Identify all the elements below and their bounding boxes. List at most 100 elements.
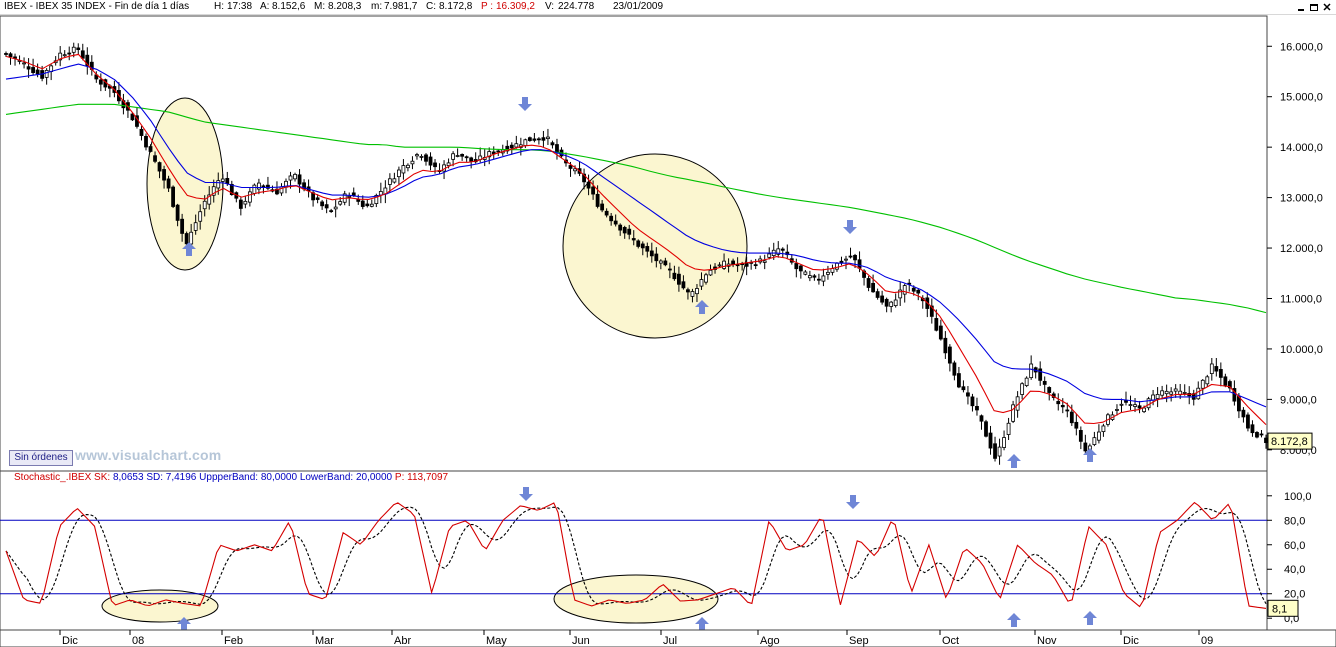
candle-body [166, 178, 171, 189]
price-tick-label: 12.000,0 [1280, 243, 1323, 255]
candle-body [1259, 433, 1264, 436]
sk-label: SK: [94, 472, 111, 483]
candle-body [1047, 387, 1052, 393]
candle-body [162, 169, 166, 181]
last-price-label: 8.172,8 [1271, 436, 1308, 448]
candle-body [406, 164, 410, 169]
candle-body [654, 253, 659, 262]
last-stoch-label: 8,1 [1272, 603, 1287, 615]
candle-body [356, 199, 361, 202]
candle-body [410, 160, 415, 165]
candle-body [871, 282, 875, 293]
candle-body [329, 210, 334, 213]
candle-body [663, 260, 668, 266]
time-tick-label: Mar [315, 635, 334, 647]
sd-value: 7,4196 [165, 472, 197, 483]
candle-body [401, 165, 406, 174]
candle-body [541, 137, 546, 141]
candle-body [1083, 442, 1088, 452]
lower-band-label: LowerBand: [299, 472, 354, 483]
candle-body [369, 203, 374, 207]
candle-body [189, 231, 194, 245]
candle-body [979, 415, 984, 422]
time-tick-label: Abr [394, 635, 411, 647]
candle-body [817, 278, 821, 281]
candle-body [1241, 409, 1246, 418]
time-tick-label: Dic [62, 635, 78, 647]
candle-body [76, 47, 81, 50]
candle-body [812, 275, 817, 278]
candle-body [568, 165, 573, 169]
candle-body [677, 273, 681, 285]
stochastic-panel: 0,020,040,060,080,0100,08,1 [0, 470, 1312, 631]
candle-body [735, 264, 740, 267]
candle-body [957, 373, 961, 388]
candle-body [1209, 363, 1214, 374]
candle-body [627, 228, 632, 235]
candle-body [67, 52, 72, 55]
candle-body [1205, 376, 1210, 385]
candle-body [722, 260, 726, 269]
p-value: 113,7097 [407, 472, 449, 483]
candle-body [780, 248, 785, 251]
candle-body [1169, 391, 1174, 395]
candle-body [1155, 394, 1160, 399]
time-tick-label: May [486, 635, 507, 647]
candle-body [261, 185, 266, 188]
upper-band-value: 80,0000 [260, 472, 298, 483]
candle-body [297, 174, 302, 185]
stoch-tick-label: 60,0 [1284, 540, 1305, 552]
candle-body [753, 264, 758, 267]
candle-body [35, 69, 40, 75]
candle-body [997, 446, 1002, 457]
candle-body [586, 181, 591, 189]
candle-body [31, 67, 35, 73]
candle-body [555, 144, 559, 153]
candle-body [1164, 390, 1169, 395]
candle-body [807, 275, 812, 279]
candle-body [943, 337, 948, 354]
candle-body [767, 253, 772, 258]
candle-body [171, 186, 175, 207]
time-tick-label: Feb [224, 635, 243, 647]
sin-ordenes-button[interactable]: Sin órdenes [9, 450, 73, 466]
candle-body [708, 269, 713, 276]
candle-body [202, 200, 207, 210]
candle-body [216, 180, 221, 189]
candle-body [71, 46, 76, 53]
candle-body [622, 227, 627, 234]
candle-body [984, 421, 988, 437]
candle-body [600, 203, 605, 211]
candle-body [934, 318, 939, 331]
candle-body [523, 139, 528, 146]
candle-body [496, 150, 501, 153]
candle-body [631, 238, 636, 241]
candle-body [604, 210, 609, 216]
time-axis: Dic 08 Feb Mar Abr May Jun Jul Ago Sep Oct Nov Dic 09 [0, 629, 1336, 647]
candle-body [1173, 388, 1178, 392]
p-label: P: [394, 472, 405, 483]
candle-body [537, 138, 541, 141]
candle-body [794, 263, 799, 270]
candle-body [243, 200, 248, 205]
stochastic-legend: Stochastic_.IBEX SK: 8,0653 SD: 7,4196 U… [14, 472, 448, 483]
candle-body [916, 289, 921, 294]
candle-body [26, 66, 31, 70]
price-tick-label: 9.000,0 [1280, 394, 1317, 406]
candle-body [961, 386, 966, 391]
upper-band-label: UppperBand: [199, 472, 259, 483]
candle-body [1115, 409, 1119, 411]
price-tick-label: 14.000,0 [1280, 142, 1323, 154]
candle-body [550, 142, 555, 146]
candle-body [144, 135, 148, 148]
candle-body [1101, 425, 1106, 433]
candle-body [839, 260, 844, 264]
candle-body [640, 243, 645, 249]
candle-body [365, 203, 370, 207]
time-tick-label: Ago [760, 635, 780, 647]
price-tick-label: 11.000,0 [1280, 293, 1322, 305]
candle-body [527, 137, 532, 141]
candle-body [1133, 404, 1137, 407]
candle-body [704, 274, 708, 283]
candle-body [830, 268, 835, 273]
